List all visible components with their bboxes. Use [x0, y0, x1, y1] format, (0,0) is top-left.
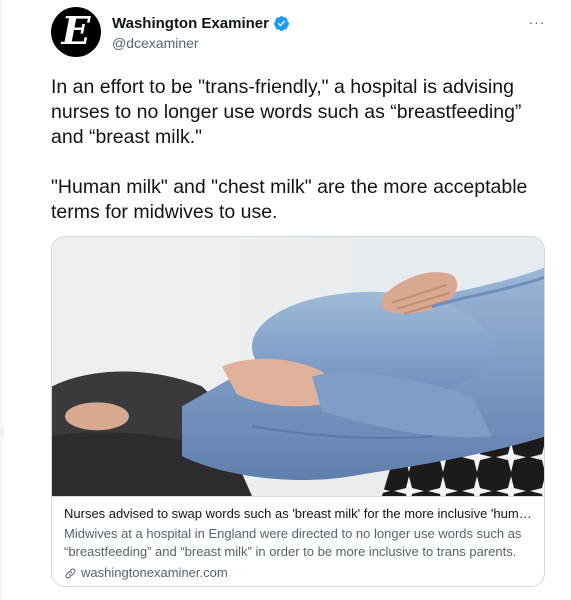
- avatar[interactable]: E: [51, 7, 101, 57]
- tweet-container: E Washington Examiner @dcexaminer ··· In…: [0, 0, 571, 600]
- avatar-logo-letter: E: [61, 8, 91, 53]
- card-image[interactable]: [52, 237, 545, 497]
- divider: [1, 425, 4, 439]
- card-domain-text[interactable]: washingtonexaminer.com: [81, 564, 228, 582]
- tweet-paragraph: In an effort to be "trans-friendly," a h…: [51, 76, 522, 148]
- card-description: Midwives at a hospital in England were d…: [64, 526, 522, 559]
- card-body[interactable]: Nurses advised to swap words such as 'br…: [52, 499, 544, 582]
- card-title[interactable]: Nurses advised to swap words such as 'br…: [64, 505, 534, 523]
- tweet-text: In an effort to be "trans-friendly," a h…: [51, 75, 551, 225]
- card-domain[interactable]: washingtonexaminer.com: [64, 564, 534, 582]
- link-card[interactable]: Nurses advised to swap words such as 'br…: [51, 236, 545, 587]
- author-handle[interactable]: @dcexaminer: [112, 35, 199, 51]
- verified-badge-icon: [274, 16, 289, 31]
- link-icon: [65, 567, 76, 579]
- author-name-row[interactable]: Washington Examiner: [112, 15, 290, 32]
- more-options-icon[interactable]: ···: [524, 12, 550, 32]
- author-display-name[interactable]: Washington Examiner: [112, 15, 269, 32]
- tweet-paragraph: "Human milk" and "chest milk" are the mo…: [51, 176, 528, 223]
